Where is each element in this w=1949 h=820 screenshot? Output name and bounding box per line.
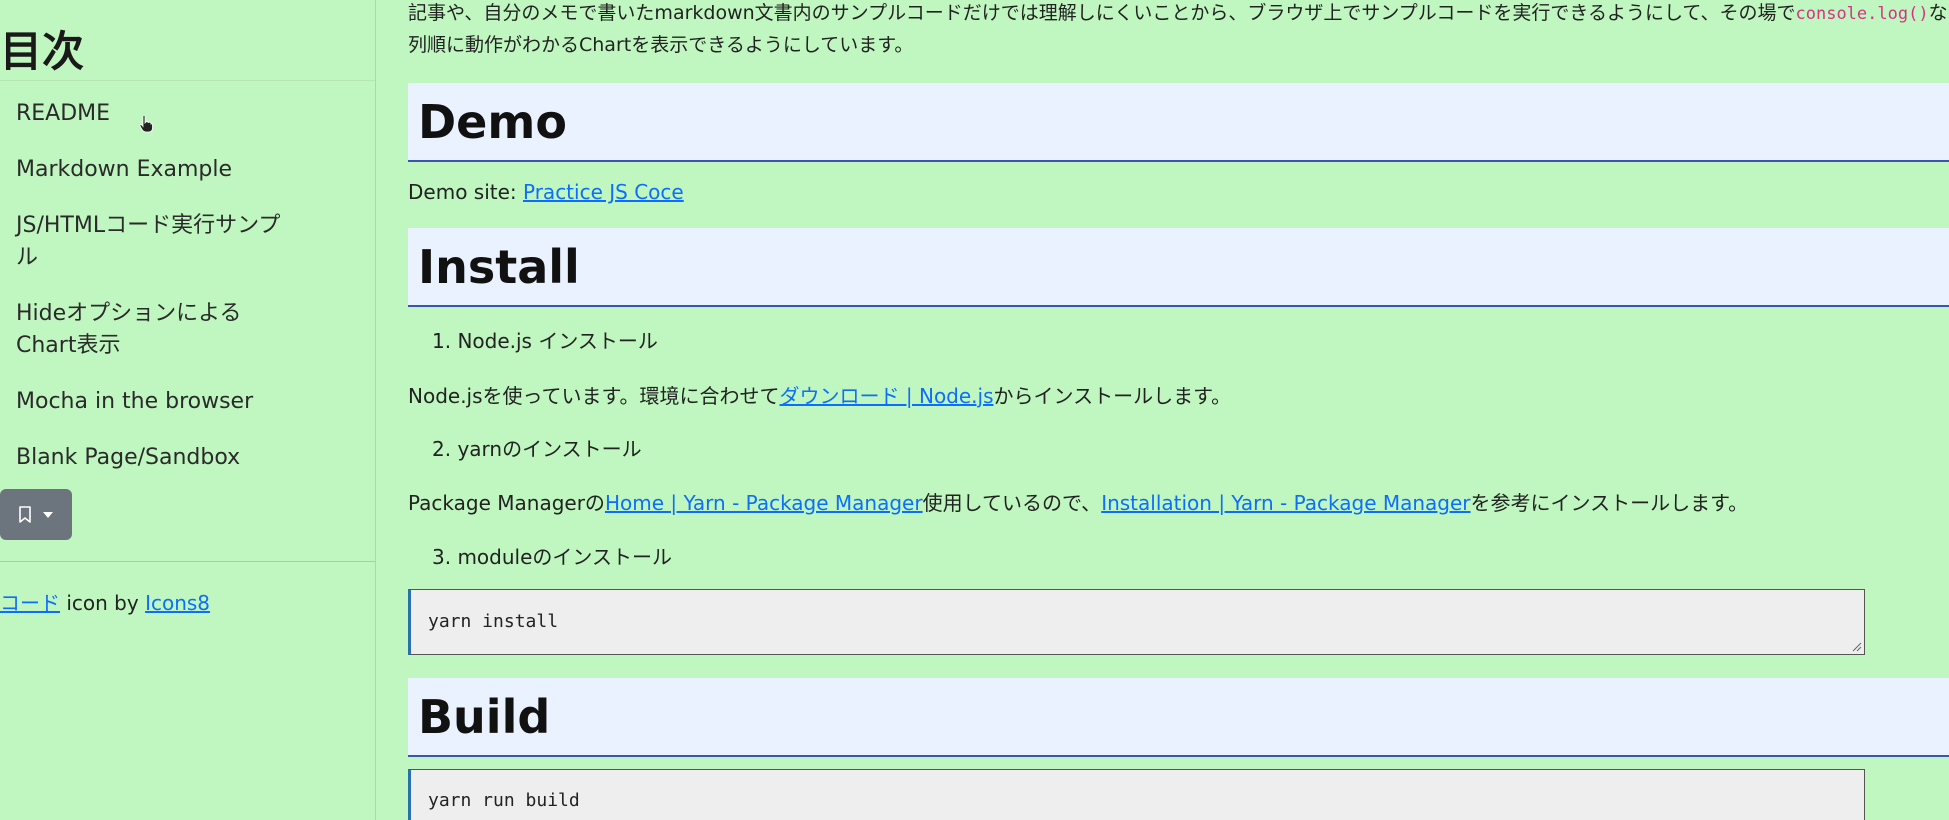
heading-demo: Demo: [408, 83, 1949, 162]
bookmark-dropdown-button[interactable]: [0, 489, 72, 540]
heading-install: Install: [408, 228, 1949, 307]
resize-grip-icon[interactable]: [1850, 640, 1862, 652]
credit-text: icon by: [60, 591, 146, 615]
code-yarn-install: yarn install: [428, 611, 559, 632]
credit-code-link[interactable]: コード: [0, 591, 60, 615]
step2-text-a: Package Managerの: [408, 491, 605, 515]
inline-code: console.log(): [1795, 4, 1929, 24]
toc-divider: [0, 80, 375, 81]
toc-item-hide-option-chart[interactable]: Hideオプションによる Chart表示: [16, 298, 256, 362]
toc-title: 目次: [0, 27, 85, 76]
sidebar: 目次 README Markdown Example JS/HTMLコード実行サ…: [0, 0, 376, 820]
yarn-installation-link[interactable]: Installation | Yarn - Package Manager: [1101, 491, 1470, 515]
step2-text-b: 使用しているので、: [922, 491, 1102, 515]
demo-site-line: Demo site: Practice JS Coce: [408, 180, 684, 204]
install-step-1: 1. Node.js インストール: [432, 329, 658, 353]
install-step-3: 3. moduleのインストール: [432, 545, 672, 569]
toc-item-blank-page[interactable]: Blank Page/Sandbox: [16, 442, 240, 474]
step1-text-b: からインストールします。: [993, 384, 1232, 408]
code-block-yarn-install[interactable]: yarn install: [408, 589, 1865, 655]
install-step-2: 2. yarnのインストール: [432, 437, 642, 461]
install-step-2-text: Package ManagerのHome | Yarn - Package Ma…: [408, 487, 1748, 516]
step2-text-c: を参考にインストールします。: [1470, 491, 1749, 515]
demo-site-label: Demo site:: [408, 180, 523, 204]
toc-item-js-html-sample[interactable]: JS/HTMLコード実行サンプル: [16, 210, 286, 274]
page: 目次 README Markdown Example JS/HTMLコード実行サ…: [0, 0, 1949, 820]
bookmark-icon: [18, 505, 32, 524]
nodejs-download-link[interactable]: ダウンロード | Node.js: [780, 384, 994, 408]
toc-item-mocha-browser[interactable]: Mocha in the browser: [16, 386, 253, 418]
intro-line1: 記事や、自分のメモで書いたmarkdown文書内のサンプルコードだけでは理解しに…: [408, 2, 1796, 24]
caret-down-icon: [42, 511, 54, 519]
yarn-home-link[interactable]: Home | Yarn - Package Manager: [605, 491, 923, 515]
code-block-yarn-build[interactable]: yarn run build: [408, 769, 1865, 820]
install-step-1-text: Node.jsを使っています。環境に合わせてダウンロード | Node.jsから…: [408, 380, 1231, 409]
icon-credit: コード icon by Icons8: [0, 587, 210, 616]
toc-item-readme[interactable]: README: [16, 98, 110, 130]
code-yarn-build: yarn run build: [428, 790, 580, 811]
intro-line2: 列順に動作がわかるChartを表示できるようにしています。: [408, 34, 914, 56]
demo-site-link[interactable]: Practice JS Coce: [523, 180, 684, 204]
step1-text-a: Node.jsを使っています。環境に合わせて: [408, 384, 780, 408]
hand-cursor-icon: [139, 114, 153, 137]
sidebar-divider: [0, 561, 375, 562]
main-content: 記事や、自分のメモで書いたmarkdown文書内のサンプルコードだけでは理解しに…: [408, 0, 1949, 820]
intro-line1-end: な: [1928, 2, 1948, 24]
credit-icons8-link[interactable]: Icons8: [145, 591, 210, 615]
heading-build: Build: [408, 678, 1949, 757]
toc-item-markdown-example[interactable]: Markdown Example: [16, 154, 232, 186]
